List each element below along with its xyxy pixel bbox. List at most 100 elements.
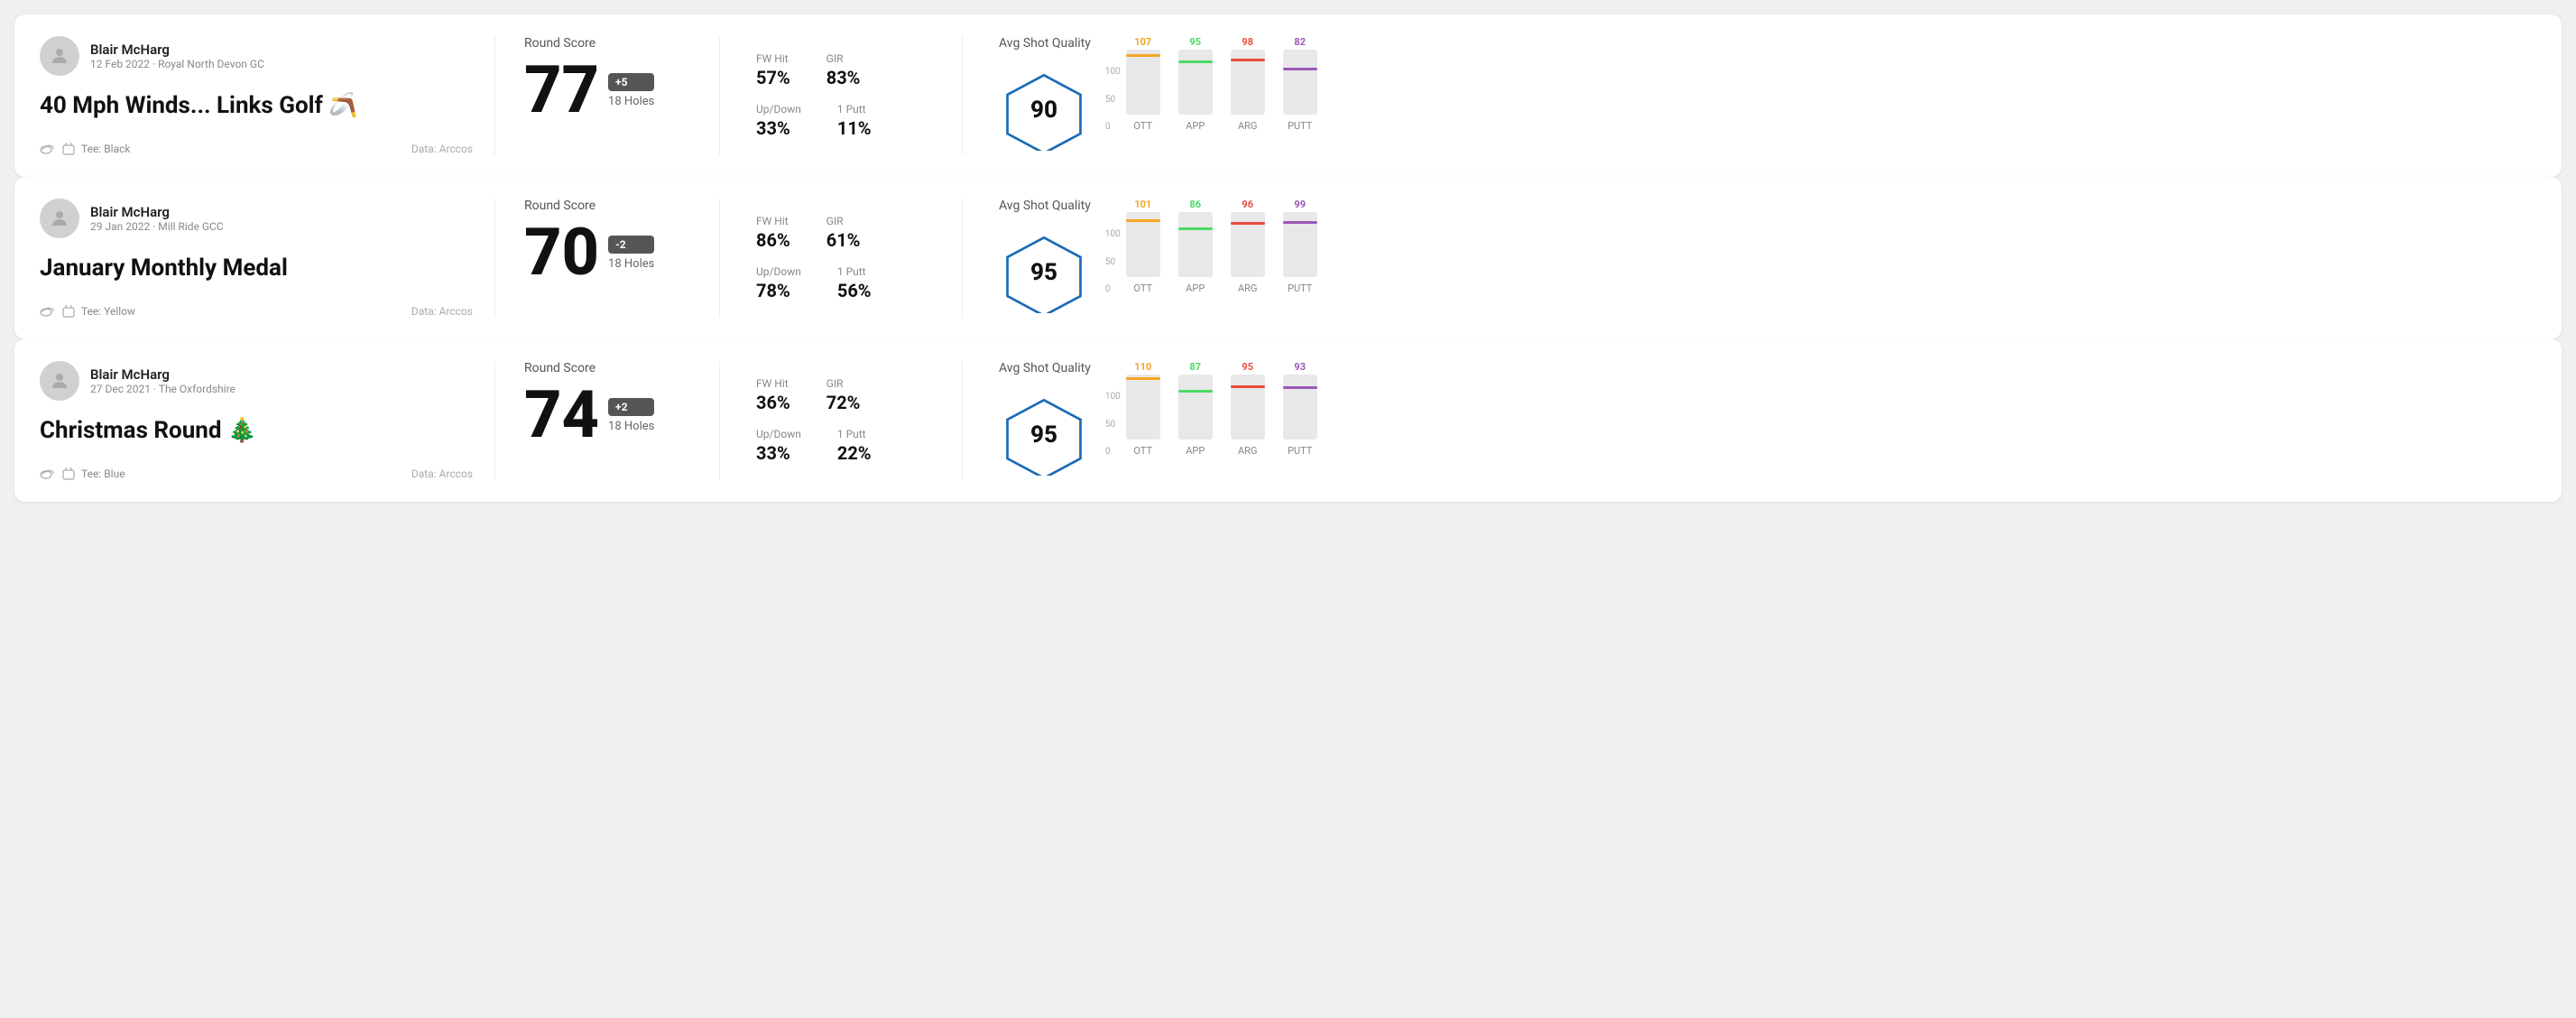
- bar-axis-label: OTT: [1133, 120, 1152, 132]
- stat-label-gir: GIR: [826, 52, 861, 65]
- stat-value-one-putt: 22%: [837, 442, 872, 464]
- score-badge: -2: [608, 236, 654, 254]
- bar-wrapper: [1283, 375, 1317, 440]
- score-row: 77+518 Holes: [524, 58, 690, 123]
- y-axis: 100500: [1105, 67, 1121, 132]
- hexagon-container: 95: [999, 390, 1089, 480]
- bar-chart-section: 100500107OTT95APP98ARG82PUTT: [1105, 36, 2536, 132]
- stat-value-gir: 61%: [826, 229, 861, 251]
- stat-label-one-putt: 1 Putt: [837, 428, 872, 440]
- user-name: Blair McHarg: [90, 366, 235, 383]
- bar-wrapper: [1178, 375, 1213, 440]
- stats-section: FW Hit57%GIR83%Up/Down33%1 Putt11%: [742, 36, 940, 155]
- bag-icon: [61, 467, 76, 480]
- bar-wrapper: [1178, 212, 1213, 277]
- score-number: 77: [524, 58, 599, 123]
- bar-value-label: 107: [1134, 36, 1151, 48]
- bar-wrapper: [1283, 212, 1317, 277]
- hexagon-container: 90: [999, 65, 1089, 155]
- bag-icon: [61, 143, 76, 155]
- bars-container: 101OTT86APP96ARG99PUTT: [1126, 199, 1317, 294]
- bar-axis-label: ARG: [1238, 120, 1257, 132]
- bar-axis-label: ARG: [1238, 445, 1257, 457]
- bar-axis-label: PUTT: [1288, 445, 1312, 457]
- user-details: Blair McHarg27 Dec 2021 · The Oxfordshir…: [90, 366, 235, 395]
- bar-value-label: 86: [1189, 199, 1201, 210]
- chart-row: 100500110OTT87APP95ARG93PUTT: [1105, 361, 2536, 457]
- stat-item-one-putt: 1 Putt56%: [837, 265, 872, 301]
- divider-2: [719, 36, 720, 155]
- bar-col: 110OTT: [1126, 361, 1160, 457]
- round-title: Christmas Round 🎄: [40, 417, 473, 444]
- holes-label: 18 Holes: [608, 420, 654, 433]
- stat-value-gir: 83%: [826, 67, 861, 88]
- stat-item-up-down: Up/Down33%: [756, 103, 801, 139]
- y-axis-label: 0: [1105, 122, 1121, 132]
- holes-label: 18 Holes: [608, 257, 654, 271]
- bar-axis-label: ARG: [1238, 282, 1257, 294]
- divider-2: [719, 361, 720, 480]
- user-info: Blair McHarg27 Dec 2021 · The Oxfordshir…: [40, 361, 473, 401]
- avatar: [40, 36, 79, 76]
- bottom-info: Tee: BlueData: Arccos: [40, 467, 473, 480]
- stat-value-up-down: 78%: [756, 280, 801, 301]
- stat-label-one-putt: 1 Putt: [837, 265, 872, 278]
- stat-item-fw-hit: FW Hit86%: [756, 215, 790, 251]
- bar-axis-label: APP: [1186, 282, 1205, 294]
- score-badge: +5: [608, 73, 654, 91]
- y-axis-label: 100: [1105, 392, 1121, 402]
- data-source: Data: Arccos: [411, 143, 473, 155]
- bar-chart-section: 100500101OTT86APP96ARG99PUTT: [1105, 199, 2536, 294]
- divider-3: [962, 36, 963, 155]
- bar-line: [1231, 385, 1265, 388]
- bar-line: [1283, 68, 1317, 70]
- weather-icon: [40, 143, 56, 155]
- tee-info: Tee: Black: [40, 143, 130, 155]
- score-row: 70-218 Holes: [524, 220, 690, 285]
- chart-section: Avg Shot Quality 90 100500 107 OTT 95APP 98 AR…: [984, 36, 2536, 155]
- stat-value-one-putt: 11%: [837, 117, 872, 139]
- bar-value-label: 99: [1294, 199, 1306, 210]
- avg-shot-quality: Avg Shot Quality 90: [999, 36, 1091, 155]
- user-name: Blair McHarg: [90, 42, 264, 58]
- stat-item-gir: GIR72%: [826, 377, 861, 413]
- bars-container: 107OTT95APP98ARG82PUTT: [1126, 36, 1317, 132]
- stat-item-up-down: Up/Down33%: [756, 428, 801, 464]
- stat-item-one-putt: 1 Putt11%: [837, 103, 872, 139]
- bar-axis-label: APP: [1186, 445, 1205, 457]
- user-meta: 29 Jan 2022 · Mill Ride GCC: [90, 220, 224, 233]
- bar-axis-label: APP: [1186, 120, 1205, 132]
- bar-line: [1178, 390, 1213, 393]
- y-axis-label: 50: [1105, 257, 1121, 267]
- score-badge: +2: [608, 398, 654, 416]
- stat-value-gir: 72%: [826, 392, 861, 413]
- user-meta: 12 Feb 2022 · Royal North Devon GC: [90, 58, 264, 70]
- y-axis-label: 100: [1105, 67, 1121, 77]
- bar-col: 98 ARG: [1231, 36, 1265, 132]
- bar-col: 95ARG: [1231, 361, 1265, 457]
- stat-label-fw-hit: FW Hit: [756, 377, 790, 390]
- tee-info: Tee: Yellow: [40, 305, 135, 318]
- bar-col: 107 OTT: [1126, 36, 1160, 132]
- user-details: Blair McHarg29 Jan 2022 · Mill Ride GCC: [90, 204, 224, 233]
- bar-col: 96 ARG: [1231, 199, 1265, 294]
- left-section: Blair McHarg12 Feb 2022 · Royal North De…: [40, 36, 473, 155]
- bar-value-label: 98: [1242, 36, 1253, 48]
- y-axis: 100500: [1105, 229, 1121, 294]
- stat-label-one-putt: 1 Putt: [837, 103, 872, 116]
- stat-item-up-down: Up/Down78%: [756, 265, 801, 301]
- bar-chart-section: 100500110OTT87APP95ARG93PUTT: [1105, 361, 2536, 457]
- user-name: Blair McHarg: [90, 204, 224, 220]
- bar-col: 95APP: [1178, 36, 1213, 132]
- chart-row: 100500107OTT95APP98ARG82PUTT: [1105, 36, 2536, 132]
- chart-section: Avg Shot Quality 95100500101OTT86APP96AR…: [984, 199, 2536, 318]
- stat-label-fw-hit: FW Hit: [756, 215, 790, 227]
- stat-item-gir: GIR61%: [826, 215, 861, 251]
- divider-3: [962, 361, 963, 480]
- score-badge-block: -2 18 Holes: [608, 236, 654, 271]
- bar-value-label: 96: [1242, 199, 1253, 210]
- round-card-3: Blair McHarg27 Dec 2021 · The Oxfordshir…: [14, 339, 2562, 502]
- bag-icon: [61, 305, 76, 318]
- bar-col: 87APP: [1178, 361, 1213, 457]
- score-number: 74: [524, 383, 599, 448]
